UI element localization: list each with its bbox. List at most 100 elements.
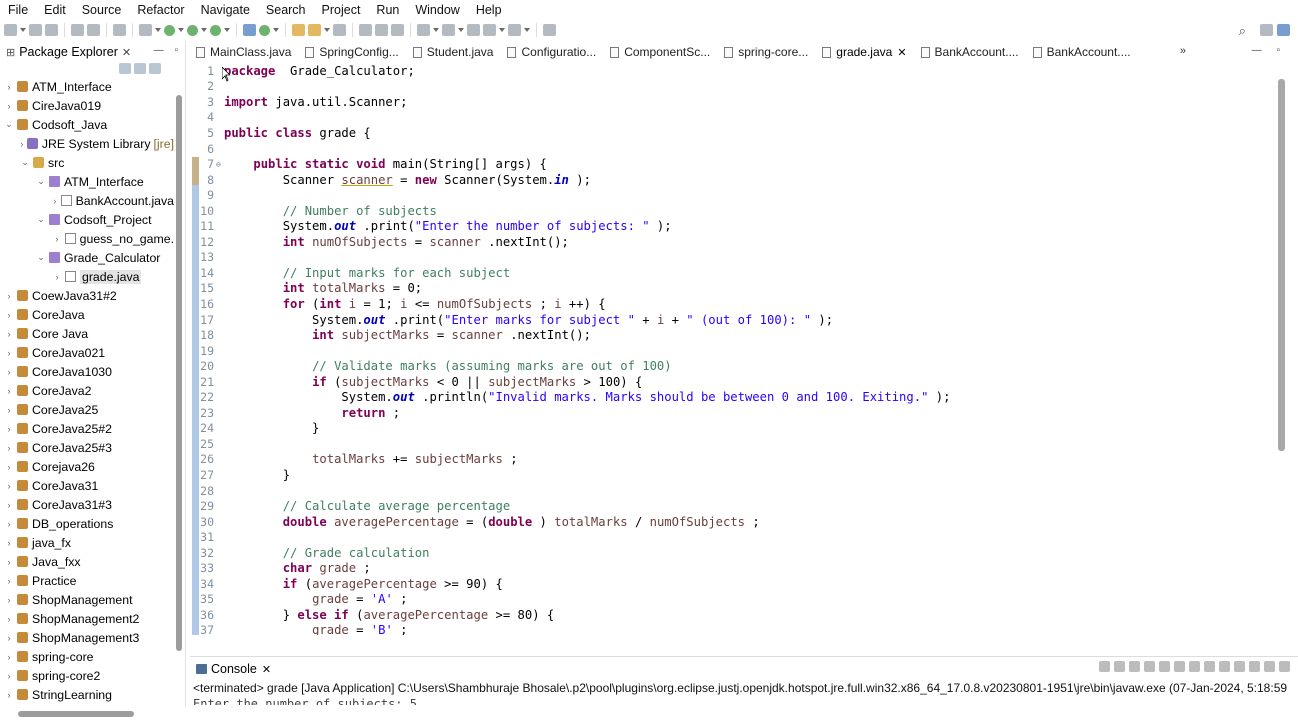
display-console-icon[interactable] [1219, 661, 1230, 672]
code-line[interactable]: 31 [190, 529, 1270, 545]
console-tab[interactable]: Console ✕ [190, 659, 271, 679]
tree-item[interactable]: ⌄ Codsoft_Java [0, 115, 174, 134]
chevron-right-icon[interactable]: › [4, 462, 14, 472]
code-line[interactable]: 3 import java.util.Scanner; [190, 94, 1270, 110]
chevron-down-icon[interactable] [324, 28, 330, 32]
search-icon[interactable]: ⌕ [1239, 23, 1246, 39]
tree-item[interactable]: › ShopManagement3 [0, 628, 174, 647]
code-line[interactable]: 15 int totalMarks = 0; [190, 281, 1270, 297]
editor-tab[interactable]: Student.java [412, 45, 493, 59]
code-line[interactable]: 8 Scanner scanner = new Scanner(System.i… [190, 172, 1270, 188]
previous-annotation-icon[interactable] [442, 24, 455, 36]
tree-item[interactable]: › CoreJava25#3 [0, 438, 174, 457]
editor-tab[interactable]: BankAccount.... [1032, 45, 1131, 59]
tabs-overflow-icon[interactable]: » [1180, 45, 1186, 57]
editor-tab[interactable]: grade.java ✕ [822, 45, 907, 59]
tree-item[interactable]: › Corejava26 [0, 457, 174, 476]
chevron-right-icon[interactable]: › [4, 291, 14, 301]
back-icon[interactable] [483, 24, 496, 36]
next-annotation-icon[interactable] [417, 24, 430, 36]
tree-item[interactable]: ⌄ ATM_Interface [0, 172, 174, 191]
chevron-down-icon[interactable]: ⌄ [36, 176, 46, 187]
chevron-right-icon[interactable]: › [4, 367, 14, 377]
code-line[interactable]: 18 int subjectMarks = scanner .nextInt()… [190, 327, 1270, 343]
tree-item[interactable]: ⌄ Grade_Calculator [0, 248, 174, 267]
tree-item[interactable]: › ATM_Interface [0, 77, 174, 96]
package-explorer-tab[interactable]: ⊞ Package Explorer ✕ — ▫ [0, 41, 186, 63]
tree-item[interactable]: › CoreJava25 [0, 400, 174, 419]
close-icon[interactable]: ✕ [897, 46, 906, 59]
code-line[interactable]: 25 [190, 436, 1270, 452]
remove-all-terminated-icon[interactable] [1129, 661, 1140, 672]
code-line[interactable]: 12 int numOfSubjects = scanner .nextInt(… [190, 234, 1270, 250]
tree-item[interactable]: › BankAccount.java [0, 191, 174, 210]
toggle-mark-occurrences-icon[interactable] [359, 24, 372, 36]
terminal-icon[interactable] [71, 24, 84, 36]
code-line[interactable]: 1 package Grade_Calculator; [190, 63, 1270, 79]
code-line[interactable]: 11 System.out .print("Enter the number o… [190, 218, 1270, 234]
minimize-maximize-icons[interactable]: — ▫ [154, 45, 182, 56]
coverage-icon[interactable] [187, 24, 198, 36]
tree-item[interactable]: › Core Java [0, 324, 174, 343]
code-line[interactable]: 20 // Validate marks (assuming marks are… [190, 358, 1270, 374]
code-line[interactable]: 16 for (int i = 1; i <= numOfSubjects ; … [190, 296, 1270, 312]
chevron-down-icon[interactable] [499, 28, 505, 32]
search-toolbar-icon[interactable] [333, 24, 346, 36]
menu-edit[interactable]: Edit [36, 3, 74, 17]
tree-item[interactable]: › spring-core [0, 647, 174, 666]
editor-minimize-maximize-icons[interactable]: — ▫ [1252, 45, 1286, 56]
remove-launch-icon[interactable] [1114, 661, 1125, 672]
chevron-right-icon[interactable]: › [4, 519, 14, 529]
open-console-icon[interactable] [1234, 661, 1245, 672]
menu-file[interactable]: File [0, 3, 36, 17]
chevron-right-icon[interactable]: › [52, 196, 58, 206]
tree-item[interactable]: › CoreJava25#2 [0, 419, 174, 438]
terminate-icon[interactable] [1099, 661, 1110, 672]
open-task-icon[interactable] [308, 24, 321, 36]
code-line[interactable]: 27 } [190, 467, 1270, 483]
code-line[interactable]: 34 if (averagePercentage >= 90) { [190, 576, 1270, 592]
print-icon[interactable] [87, 24, 100, 36]
chevron-down-icon[interactable]: ⌄ [20, 157, 30, 168]
code-line[interactable]: 14 // Input marks for each subject [190, 265, 1270, 281]
tree-item[interactable]: › guess_no_game. [0, 229, 174, 248]
code-line[interactable]: 21 if (subjectMarks < 0 || subjectMarks … [190, 374, 1270, 390]
show-whitespace-icon[interactable] [391, 24, 404, 36]
chevron-right-icon[interactable]: › [4, 443, 14, 453]
forward-icon[interactable] [508, 24, 521, 36]
word-wrap-icon[interactable] [1174, 661, 1185, 672]
editor-tab[interactable]: Configuratio... [507, 45, 596, 59]
code-line[interactable]: 22 System.out .println("Invalid marks. M… [190, 389, 1270, 405]
code-line[interactable]: 13 [190, 250, 1270, 266]
code-line[interactable]: 30 double averagePercentage = (double ) … [190, 514, 1270, 530]
chevron-right-icon[interactable]: › [4, 386, 14, 396]
editor-vertical-scrollbar[interactable] [1278, 79, 1285, 451]
tree-item[interactable]: ⌄ src [0, 153, 174, 172]
last-edit-location-icon[interactable] [467, 24, 480, 36]
editor-tab[interactable]: spring-core... [724, 45, 808, 59]
close-icon[interactable]: ✕ [262, 663, 271, 676]
code-line[interactable]: 17 System.out .print("Enter marks for su… [190, 312, 1270, 328]
chevron-right-icon[interactable]: › [4, 633, 14, 643]
debug-icon[interactable] [139, 24, 152, 36]
tree-item[interactable]: › CoreJava021 [0, 343, 174, 362]
tree-item[interactable]: › StringLearning [0, 685, 174, 704]
editor-tab[interactable]: ComponentSc... [610, 45, 710, 59]
chevron-right-icon[interactable]: › [4, 690, 14, 700]
menu-source[interactable]: Source [74, 3, 130, 17]
chevron-down-icon[interactable] [433, 28, 439, 32]
tree-item[interactable]: › CoreJava31 [0, 476, 174, 495]
tree-item[interactable]: › JRE System Library [jre] [0, 134, 174, 153]
new-java-project-icon[interactable] [243, 24, 256, 36]
code-line[interactable]: 29 // Calculate average percentage [190, 498, 1270, 514]
chevron-down-icon[interactable] [155, 28, 161, 32]
skip-breakpoints-icon[interactable] [113, 24, 126, 36]
code-line[interactable]: 23 return ; [190, 405, 1270, 421]
chevron-right-icon[interactable]: › [4, 348, 14, 358]
chevron-down-icon[interactable] [224, 28, 230, 32]
code-line[interactable]: 26 totalMarks += subjectMarks ; [190, 452, 1270, 468]
open-perspective-icon[interactable] [1260, 24, 1273, 36]
tree-item[interactable]: › CireJava019 [0, 96, 174, 115]
chevron-right-icon[interactable]: › [4, 595, 14, 605]
chevron-down-icon[interactable] [201, 28, 207, 32]
